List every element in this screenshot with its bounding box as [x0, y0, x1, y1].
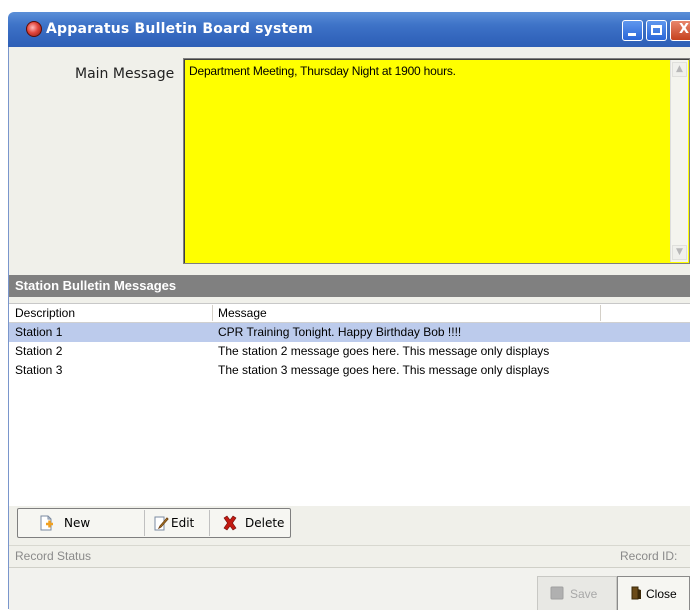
save-button[interactable]: Save: [537, 576, 617, 610]
column-divider[interactable]: [212, 305, 213, 321]
title-bar[interactable]: Apparatus Bulletin Board system X: [8, 12, 690, 47]
minimize-button[interactable]: [622, 20, 643, 41]
edit-pencil-icon: [154, 516, 169, 531]
maximize-icon: [651, 25, 662, 35]
delete-x-icon: [223, 515, 237, 531]
table-row[interactable]: Station 2 The station 2 message goes her…: [9, 342, 690, 361]
row-description: Station 1: [15, 325, 63, 339]
delete-button[interactable]: Delete: [209, 510, 289, 536]
table-row[interactable]: Station 3 The station 3 message goes her…: [9, 361, 690, 380]
station-bulletin-header: Station Bulletin Messages: [9, 275, 690, 297]
table-row[interactable]: Station 1 CPR Training Tonight. Happy Bi…: [9, 323, 690, 342]
app-icon: [26, 21, 42, 37]
edit-label: Edit: [171, 516, 195, 530]
station-message-list[interactable]: Description Message Station 1 CPR Traini…: [9, 303, 690, 506]
new-button[interactable]: New: [38, 510, 100, 536]
main-message-field[interactable]: Department Meeting, Thursday Night at 19…: [183, 58, 690, 264]
record-status-label: Record Status: [15, 549, 92, 563]
minimize-icon: [628, 33, 636, 36]
door-exit-icon: [631, 586, 641, 600]
column-header-description[interactable]: Description: [15, 306, 75, 320]
scroll-down-arrow-icon[interactable]: ▼: [672, 245, 687, 260]
new-document-icon: [40, 515, 53, 531]
main-message-text: Department Meeting, Thursday Night at 19…: [189, 64, 456, 78]
row-message: The station 3 message goes here. This me…: [218, 363, 550, 377]
column-header-message[interactable]: Message: [218, 306, 267, 320]
delete-label: Delete: [245, 516, 285, 530]
save-label: Save: [570, 587, 598, 601]
footer-bar: Save Close: [9, 567, 690, 610]
main-message-label: Main Message: [75, 66, 175, 82]
close-window-button[interactable]: X: [670, 20, 690, 41]
record-id-label: Record ID:: [620, 549, 678, 563]
new-label: New: [64, 516, 91, 530]
row-message: CPR Training Tonight. Happy Birthday Bob…: [218, 325, 462, 339]
column-divider[interactable]: [600, 305, 601, 321]
main-message-scrollbar[interactable]: ▲ ▼: [670, 60, 688, 262]
record-toolbar: New Edit Delete: [17, 508, 291, 538]
maximize-button[interactable]: [646, 20, 667, 41]
close-button[interactable]: Close: [617, 576, 690, 610]
save-icon: [550, 586, 564, 600]
status-bar: Record Status Record ID:: [9, 545, 690, 568]
close-label: Close: [646, 587, 677, 601]
row-message: The station 2 message goes here. This me…: [218, 344, 550, 358]
close-icon: X: [678, 22, 690, 37]
row-description: Station 2: [15, 344, 63, 358]
window-title: Apparatus Bulletin Board system: [46, 21, 313, 37]
list-header: Description Message: [9, 304, 690, 323]
scroll-up-arrow-icon[interactable]: ▲: [672, 62, 687, 77]
row-description: Station 3: [15, 363, 63, 377]
edit-button[interactable]: Edit: [144, 510, 202, 536]
